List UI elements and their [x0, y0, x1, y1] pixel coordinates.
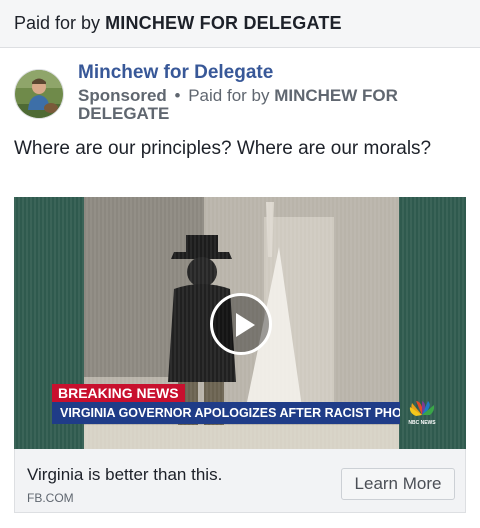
- news-headline: VIRGINIA GOVERNOR APOLOGIZES AFTER RACIS…: [52, 402, 400, 424]
- post-meta: Sponsored • Paid for by MINCHEW FOR DELE…: [78, 87, 468, 123]
- page-name-link[interactable]: Minchew for Delegate: [78, 62, 273, 84]
- link-domain: FB.COM: [27, 491, 74, 505]
- disclaimer-prefix: Paid for by: [14, 13, 101, 33]
- meta-separator: •: [174, 86, 181, 105]
- post-text: Where are our principles? Where are our …: [14, 138, 432, 159]
- breaking-news-tag: BREAKING NEWS: [52, 384, 185, 402]
- play-button[interactable]: [210, 293, 272, 355]
- learn-more-button[interactable]: Learn More: [341, 468, 455, 500]
- link-preview-card[interactable]: Virginia is better than this. FB.COM Lea…: [14, 449, 466, 513]
- page-avatar[interactable]: [14, 69, 64, 119]
- sponsored-post: Minchew for Delegate Sponsored • Paid fo…: [0, 49, 480, 528]
- network-label: NBC NEWS: [408, 420, 436, 426]
- play-icon: [236, 313, 255, 337]
- video-player[interactable]: BREAKING NEWS VIRGINIA GOVERNOR APOLOGIZ…: [14, 197, 466, 449]
- link-title[interactable]: Virginia is better than this.: [27, 465, 222, 485]
- sponsored-label[interactable]: Sponsored: [78, 86, 167, 105]
- paid-for-disclaimer-bar: Paid for by MINCHEW FOR DELEGATE: [0, 0, 480, 48]
- disclaimer-sponsor-name: MINCHEW FOR DELEGATE: [105, 13, 342, 33]
- paid-for-prefix: Paid for by: [188, 86, 270, 105]
- peacock-logo-icon: NBC NEWS: [408, 401, 436, 426]
- avatar-photo: [15, 70, 63, 118]
